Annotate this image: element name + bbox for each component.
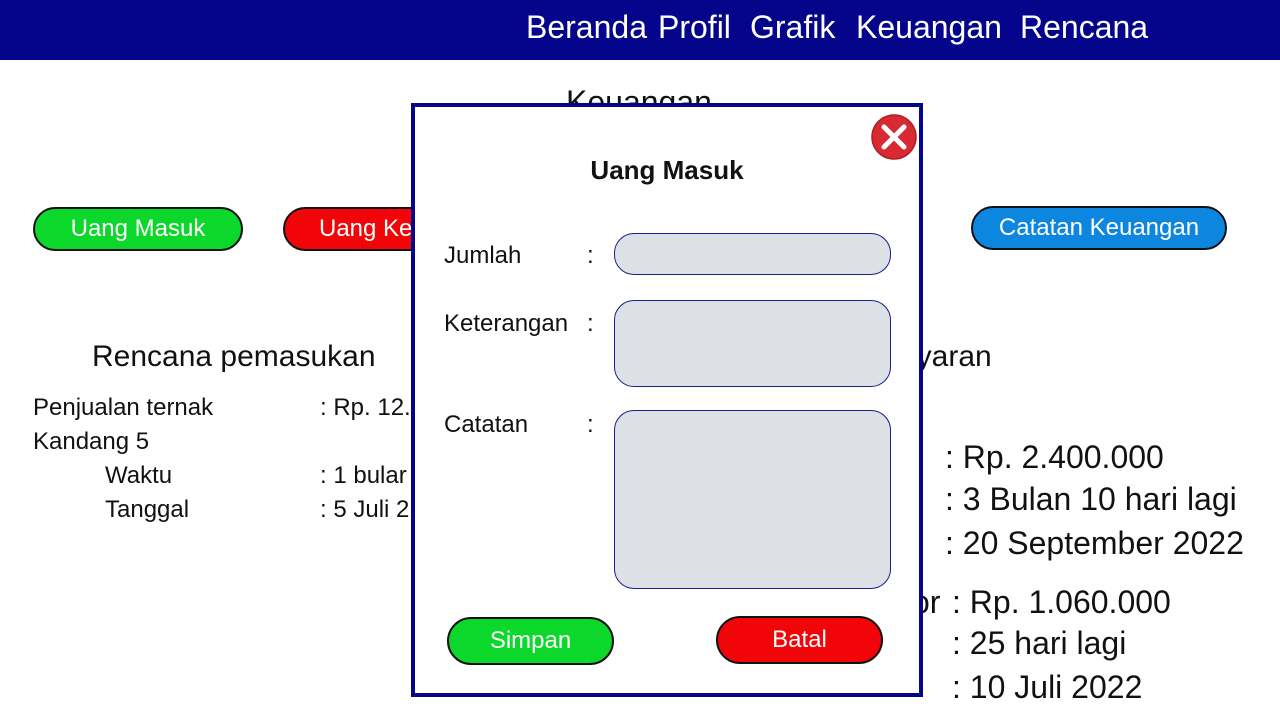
tanggal-value: : 5 Juli 2 — [320, 496, 410, 523]
catatan-keuangan-label: Catatan Keuangan — [998, 214, 1200, 241]
penjualan-label: Penjualan ternak — [33, 394, 214, 421]
catatan-colon: : — [587, 411, 594, 438]
rencana-pemasukan-heading: Rencana pemasukan — [92, 340, 376, 373]
waktu-value: : 1 bular — [320, 462, 407, 489]
nav-rencana[interactable]: Rencana — [1020, 8, 1148, 46]
pembayaran-2-tanggal: : 10 Juli 2022 — [952, 669, 1143, 705]
catatan-textarea[interactable] — [614, 410, 891, 589]
catatan-keuangan-button[interactable]: Catatan Keuangan — [971, 206, 1227, 250]
nav-beranda[interactable]: Beranda — [526, 8, 647, 46]
pembayaran-2-waktu: : 25 hari lagi — [952, 625, 1127, 661]
catatan-label: Catatan — [444, 411, 529, 438]
waktu-label: Waktu — [105, 462, 173, 489]
tanggal-label: Tanggal — [105, 496, 190, 523]
keterangan-label: Keterangan — [444, 310, 569, 337]
simpan-button[interactable]: Simpan — [447, 617, 614, 665]
pembayaran-2-amount: : Rp. 1.060.000 — [952, 584, 1171, 620]
batal-label: Batal — [772, 626, 827, 653]
uang-masuk-label: Uang Masuk — [70, 215, 206, 242]
jumlah-label: Jumlah — [444, 242, 522, 269]
uang-keluar-label: Uang Ke — [319, 215, 413, 242]
pembayaran-1-waktu: : 3 Bulan 10 hari lagi — [945, 481, 1237, 517]
batal-button[interactable]: Batal — [716, 616, 883, 664]
keterangan-input[interactable] — [614, 300, 891, 387]
uang-masuk-dialog: Uang Masuk Jumlah : Keterangan : Catatan… — [411, 103, 923, 697]
dialog-title: Uang Masuk — [590, 155, 744, 185]
penjualan-value: : Rp. 12. — [320, 394, 411, 421]
jumlah-input[interactable] — [614, 233, 891, 275]
pembayaran-1-tanggal: : 20 September 2022 — [945, 525, 1244, 561]
keterangan-colon: : — [587, 310, 594, 337]
jumlah-colon: : — [587, 242, 594, 269]
nav-profil[interactable]: Profil — [658, 8, 731, 46]
uang-masuk-button[interactable]: Uang Masuk — [33, 207, 243, 251]
simpan-label: Simpan — [489, 627, 572, 654]
pembayaran-1-amount: : Rp. 2.400.000 — [945, 439, 1164, 475]
nav-grafik[interactable]: Grafik — [750, 8, 835, 46]
kandang-label: Kandang 5 — [33, 428, 150, 455]
top-nav-bar: Beranda Profil Grafik Keuangan Rencana — [0, 0, 1280, 60]
nav-keuangan[interactable]: Keuangan — [856, 8, 1002, 46]
